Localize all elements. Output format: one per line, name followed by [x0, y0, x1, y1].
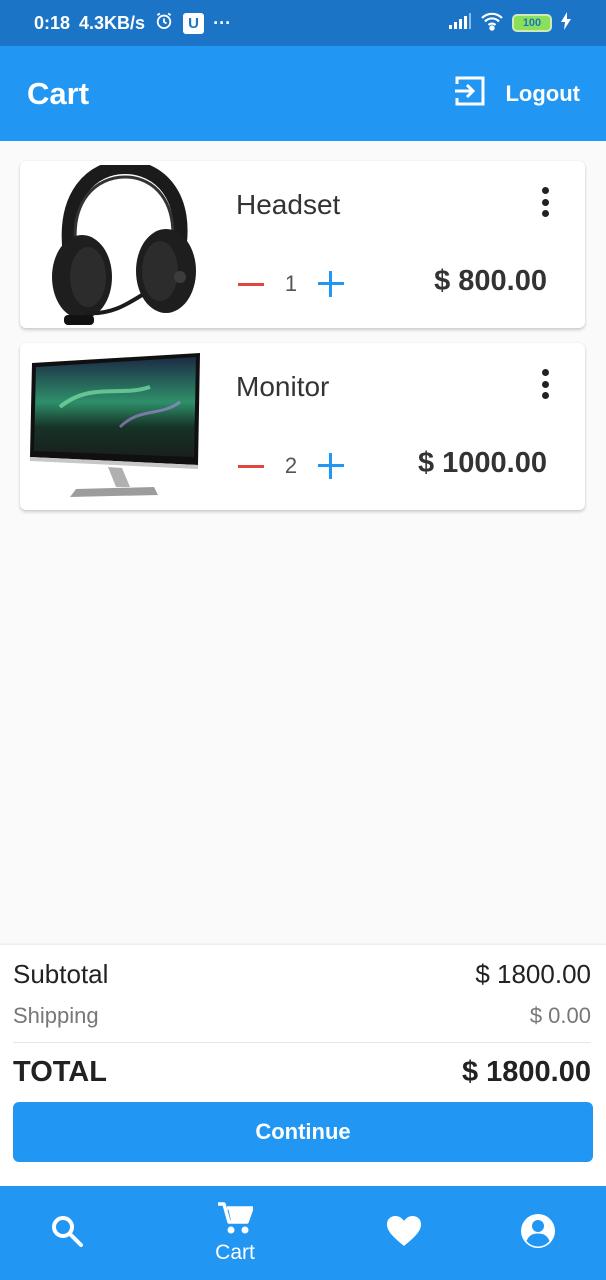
quantity-stepper: 1 — [236, 269, 346, 299]
headset-image — [30, 159, 220, 325]
decrease-quantity-button[interactable] — [236, 269, 266, 299]
more-notifications-icon: ··· — [213, 12, 232, 33]
status-bar: 0:18 4.3KB/s U ··· 100 — [0, 0, 606, 46]
monitor-image — [30, 347, 220, 507]
quantity-stepper: 2 — [236, 451, 346, 481]
logout-label: Logout — [505, 80, 580, 106]
quantity-value: 1 — [284, 271, 298, 296]
nav-favorites[interactable] — [357, 1186, 451, 1280]
item-price: $ 1000.00 — [417, 447, 547, 479]
total-row: TOTAL $ 1800.00 — [13, 1056, 591, 1089]
app-bar: Cart Logout — [0, 46, 606, 141]
item-name: Monitor — [236, 371, 330, 402]
item-price: $ 800.00 — [434, 265, 547, 297]
network-speed: 4.3KB/s — [79, 12, 146, 33]
total-label: TOTAL — [13, 1056, 107, 1088]
shipping-row: Shipping $ 0.00 — [13, 1003, 591, 1029]
account-icon — [520, 1213, 556, 1254]
logout-button[interactable]: Logout — [453, 74, 580, 114]
nav-cart-label: Cart — [215, 1240, 255, 1264]
increase-quantity-button[interactable] — [316, 269, 346, 299]
status-time: 0:18 — [34, 12, 71, 33]
quantity-value: 2 — [284, 453, 298, 478]
wifi-icon — [480, 11, 504, 36]
nav-cart[interactable]: Cart — [188, 1186, 282, 1280]
alarm-icon — [154, 11, 174, 36]
signal-icon — [448, 12, 472, 35]
shipping-label: Shipping — [13, 1003, 99, 1028]
nav-search[interactable] — [20, 1186, 114, 1280]
more-options-icon[interactable] — [532, 369, 558, 399]
shipping-value: $ 0.00 — [529, 1003, 591, 1028]
order-summary: Subtotal $ 1800.00 Shipping $ 0.00 TOTAL… — [0, 945, 606, 1186]
search-icon — [50, 1214, 84, 1253]
total-value: $ 1800.00 — [461, 1056, 591, 1088]
item-name: Headset — [236, 189, 341, 220]
decrease-quantity-button[interactable] — [236, 451, 266, 481]
page-title: Cart — [27, 75, 90, 111]
divider — [13, 1042, 591, 1043]
subtotal-value: $ 1800.00 — [475, 959, 591, 989]
u-app-icon: U — [183, 12, 205, 34]
subtotal-row: Subtotal $ 1800.00 — [13, 959, 591, 990]
cart-item-headset[interactable]: Headset 1 $ 800.00 — [20, 159, 585, 328]
increase-quantity-button[interactable] — [316, 451, 346, 481]
cart-icon — [217, 1201, 254, 1239]
bottom-navigation: Cart — [0, 1186, 606, 1280]
more-options-icon[interactable] — [532, 187, 558, 217]
subtotal-label: Subtotal — [13, 959, 109, 989]
continue-button[interactable]: Continue — [13, 1102, 593, 1162]
heart-icon — [386, 1215, 422, 1252]
logout-icon — [453, 74, 487, 114]
nav-profile[interactable] — [491, 1186, 585, 1280]
cart-item-monitor[interactable]: Monitor 2 $ 1000.00 — [20, 343, 585, 510]
battery-icon: 100 — [512, 14, 552, 32]
charging-icon — [560, 11, 572, 35]
